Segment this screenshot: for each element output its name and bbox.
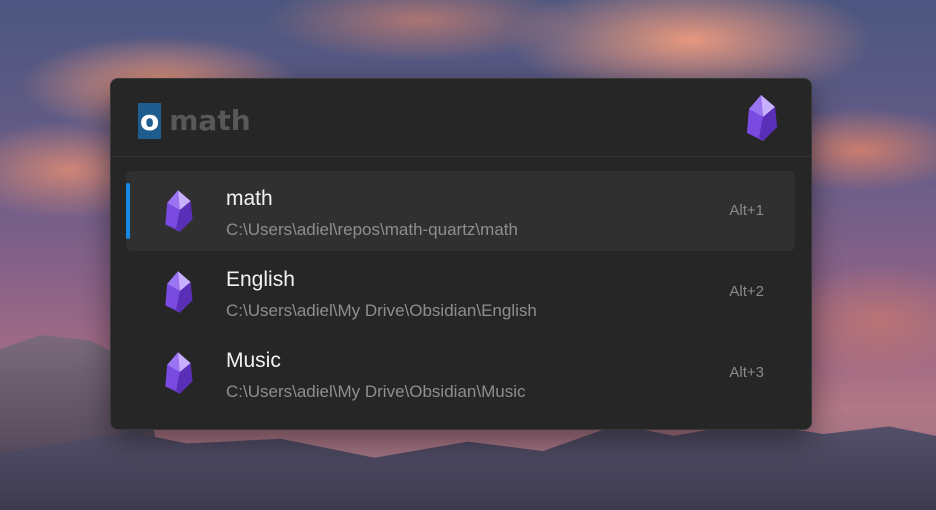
obsidian-logo-icon	[165, 271, 193, 313]
list-item[interactable]: Music C:\Users\adiel\My Drive\Obsidian\M…	[126, 333, 795, 413]
shortcut-label: Alt+2	[729, 283, 764, 300]
search-input[interactable]: o math	[138, 103, 251, 139]
vault-title: Music	[226, 349, 281, 372]
obsidian-logo-icon	[165, 190, 193, 232]
list-item[interactable]: English C:\Users\adiel\My Drive\Obsidian…	[126, 252, 795, 332]
vault-path: C:\Users\adiel\repos\math-quartz\math	[226, 220, 518, 239]
selection-indicator	[126, 183, 130, 239]
list-item[interactable]: math C:\Users\adiel\repos\math-quartz\ma…	[126, 171, 795, 251]
vault-path: C:\Users\adiel\My Drive\Obsidian\Music	[226, 382, 526, 401]
obsidian-logo-icon	[747, 95, 777, 141]
vault-title: English	[226, 268, 295, 291]
obsidian-logo-icon	[165, 352, 193, 394]
vault-path: C:\Users\adiel\My Drive\Obsidian\English	[226, 301, 537, 320]
search-query-selected: o	[138, 103, 162, 139]
vault-launcher-window: o math math C:\Users\adiel\repos\math-qu…	[110, 78, 812, 430]
vault-title: math	[226, 187, 273, 210]
shortcut-label: Alt+1	[729, 202, 764, 219]
search-query-text: math	[169, 104, 251, 137]
search-bar[interactable]: o math	[111, 79, 811, 157]
shortcut-label: Alt+3	[729, 364, 764, 381]
